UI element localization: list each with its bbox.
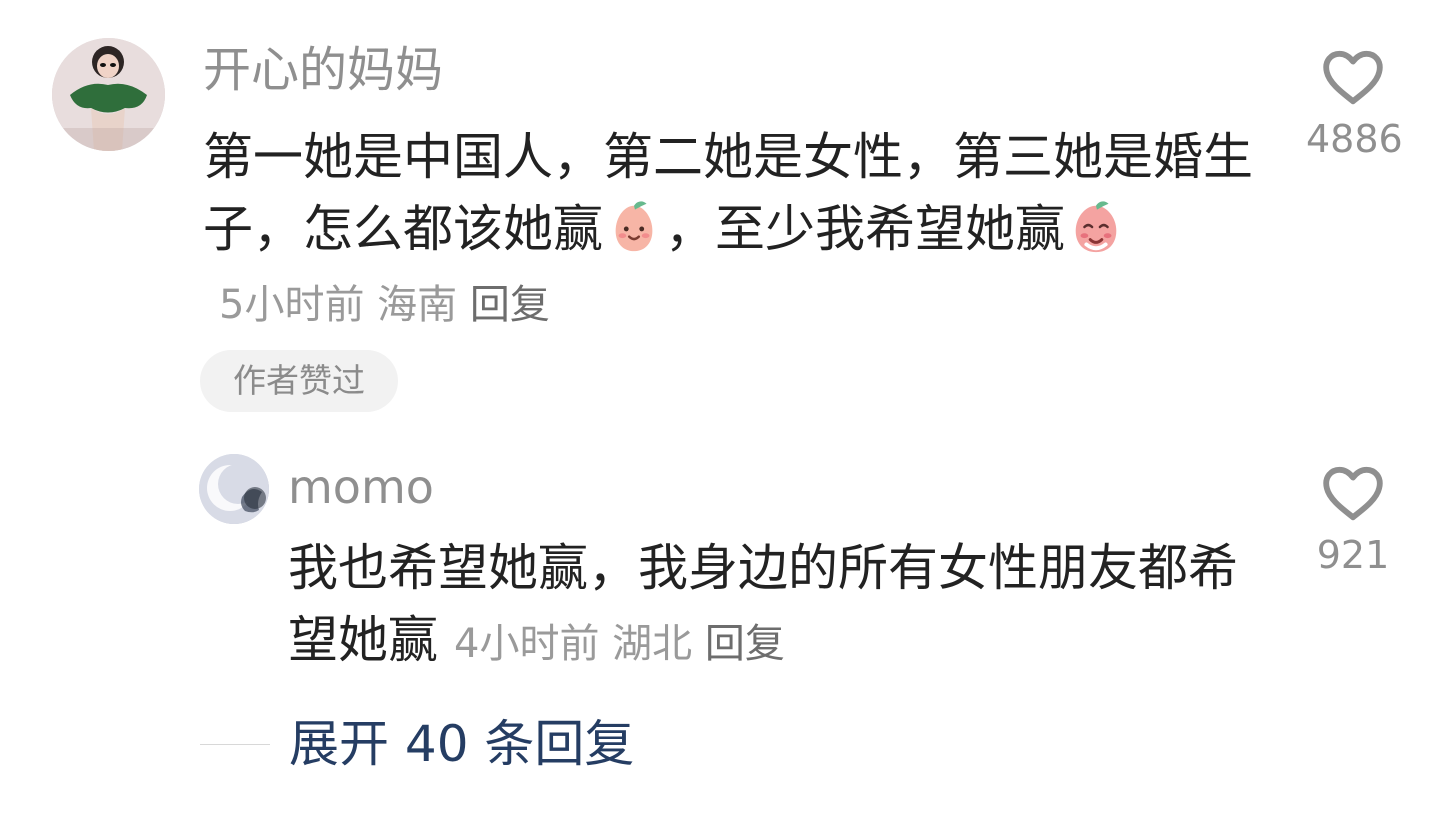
username[interactable]: 开心的妈妈	[203, 46, 443, 94]
like-count: 4886	[1306, 117, 1403, 161]
comment-text: 我也希望她赢，我身边的所有女性朋友都希望她赢 4小时前 湖北 回复	[288, 532, 1243, 680]
avatar[interactable]	[199, 454, 269, 524]
comment-text-part-2: ，至少我希望她赢	[665, 200, 1065, 258]
author-liked-badge: 作者赞过	[200, 350, 398, 412]
comment-meta: 5小时前 海南 回复	[219, 282, 550, 328]
blushing-cute-emoji-icon	[1075, 201, 1117, 253]
heart-icon	[1323, 466, 1383, 521]
comment-location: 海南	[377, 282, 458, 328]
comment-time: 4小时前	[454, 621, 600, 667]
avatar-image-icon	[199, 454, 269, 524]
comment-text: 第一她是中国人，第二她是女性，第三她是婚生子，怎么都该她赢 ，至少我希望她赢 5…	[203, 121, 1268, 341]
avatar[interactable]	[52, 38, 165, 151]
expand-divider	[200, 744, 270, 745]
smiling-peach-emoji-icon	[615, 201, 653, 252]
like-button[interactable]: 921	[1306, 466, 1400, 574]
reply-button[interactable]: 回复	[705, 621, 785, 667]
reply-button[interactable]: 回复	[470, 282, 550, 328]
expand-replies-label[interactable]: 展开 40 条回复	[289, 715, 634, 773]
like-button[interactable]: 4886	[1306, 50, 1403, 161]
username[interactable]: momo	[288, 464, 434, 510]
like-count: 921	[1316, 533, 1390, 577]
heart-icon	[1323, 50, 1383, 105]
expand-replies[interactable]: 展开 40 条回复	[200, 713, 760, 775]
comment-meta: 4小时前 湖北 回复	[454, 621, 785, 667]
comment-location: 湖北	[612, 621, 693, 667]
avatar-image-icon	[52, 38, 165, 151]
comment-time: 5小时前	[219, 282, 365, 328]
